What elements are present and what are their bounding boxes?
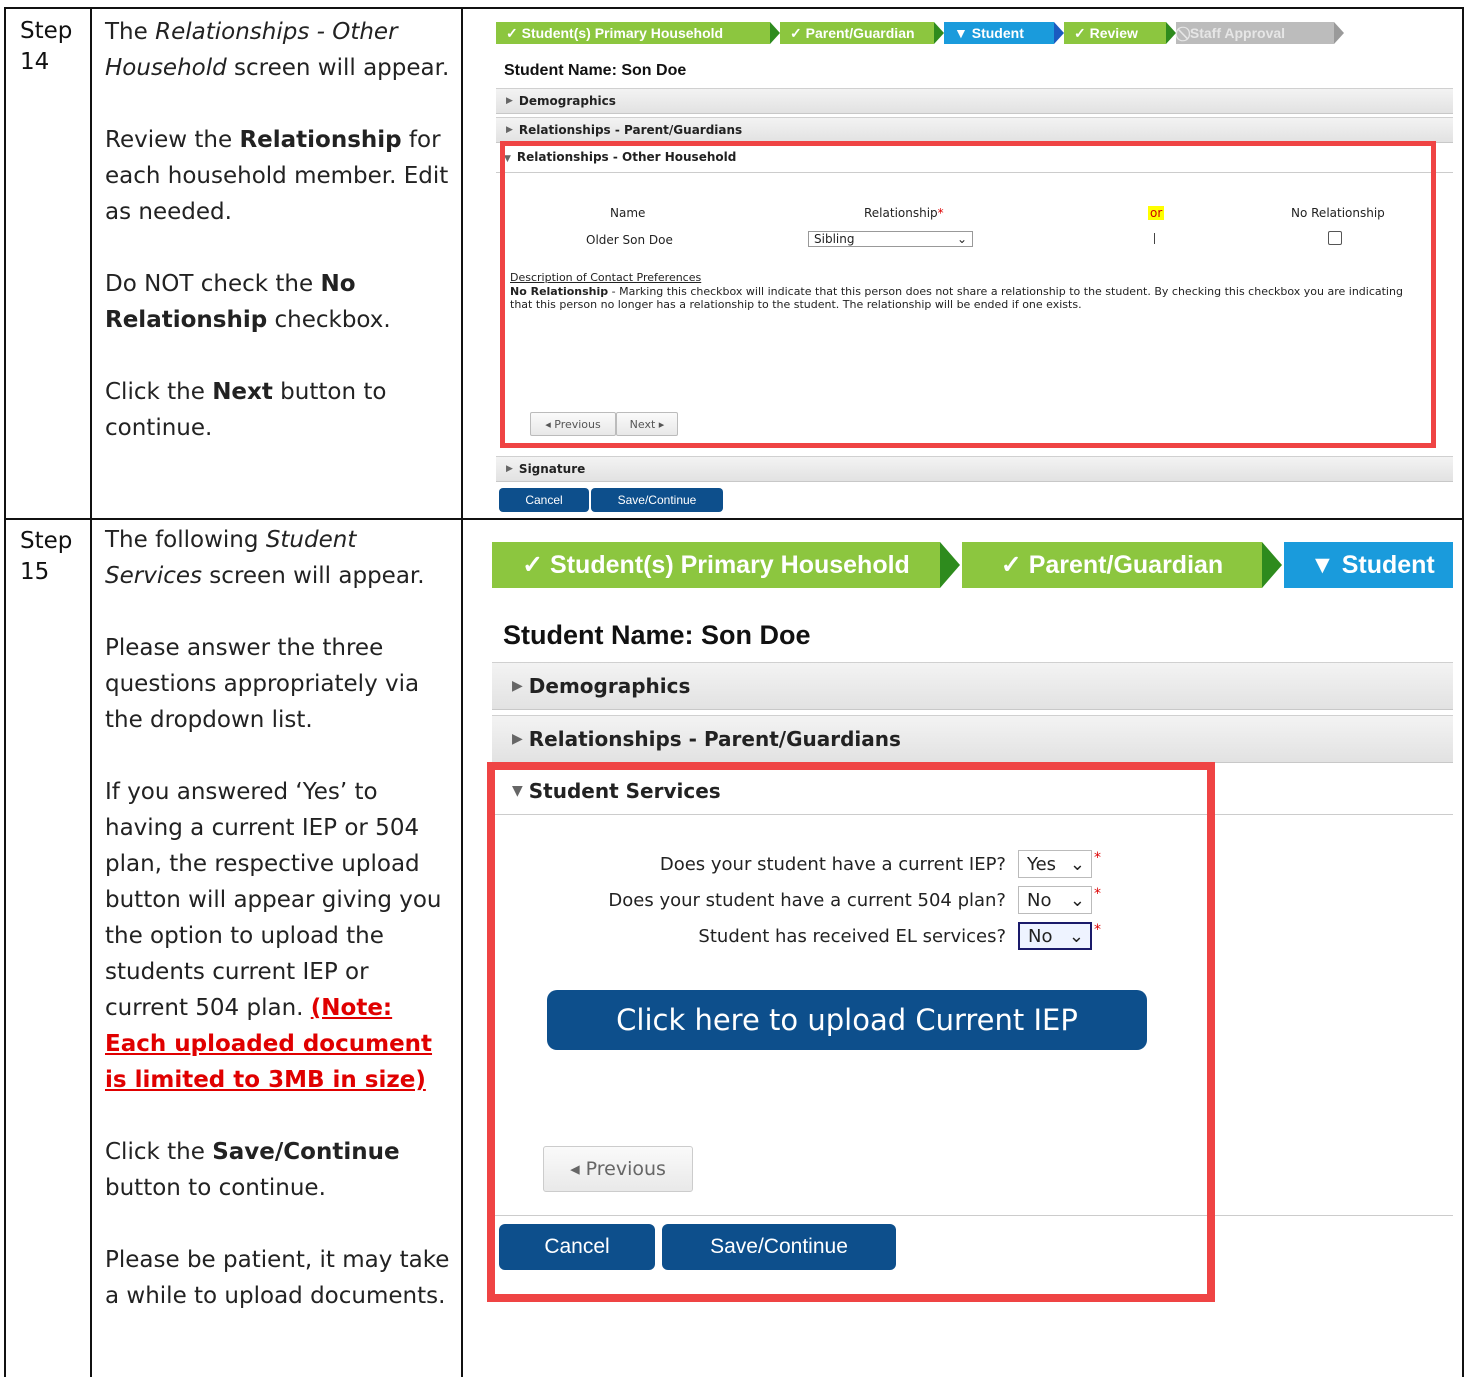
emphasis: Next bbox=[212, 379, 273, 405]
text: The following bbox=[105, 527, 266, 553]
section-label: Demographics bbox=[518, 94, 616, 108]
emphasis: Relationship bbox=[239, 127, 402, 153]
crumb-review[interactable]: ✓ Review bbox=[1064, 22, 1176, 44]
crumb-primary-household[interactable]: ✓ Student(s) Primary Household bbox=[496, 22, 780, 44]
col-divider-1 bbox=[90, 7, 92, 1377]
crumb-primary-household[interactable]: ✓ Student(s) Primary Household bbox=[492, 542, 960, 588]
crumb-parent-guardian[interactable]: ✓ Parent/Guardian bbox=[962, 542, 1282, 588]
table-left-border bbox=[4, 7, 6, 1377]
text: Click the bbox=[105, 379, 213, 405]
instruction-paragraph: Please be patient, it may take a while t… bbox=[105, 1247, 450, 1309]
instruction-paragraph: Do NOT check the No Relationship checkbo… bbox=[105, 266, 450, 338]
section-label: Relationships - Parent/Guardians bbox=[518, 123, 743, 137]
instruction-paragraph: Review the Relationship for each househo… bbox=[105, 122, 450, 230]
crumb-student[interactable]: ▼ Student bbox=[944, 22, 1064, 44]
instruction-paragraph: The following Student Services screen wi… bbox=[105, 522, 450, 594]
instruction-paragraph: If you answered ‘Yes’ to having a curren… bbox=[105, 774, 450, 1098]
caret-right-icon: ▶ bbox=[512, 678, 523, 694]
section-label: Relationships - Parent/Guardians bbox=[528, 727, 901, 751]
text: If you answered ‘Yes’ to having a curren… bbox=[105, 779, 442, 1021]
highlight-box bbox=[500, 141, 1436, 448]
instruction-paragraph: Please answer the three questions approp… bbox=[105, 635, 420, 733]
instruction-paragraph: The Relationships - Other Household scre… bbox=[105, 14, 450, 86]
crumb-student[interactable]: ▼ Student bbox=[1284, 542, 1453, 588]
save-continue-button[interactable]: Save/Continue bbox=[591, 488, 723, 512]
cancel-button[interactable]: Cancel bbox=[499, 488, 589, 512]
caret-right-icon: ▶ bbox=[506, 125, 513, 135]
instruction-table: Step 14 The Relationships - Other Househ… bbox=[0, 0, 1464, 1377]
text: screen will appear. bbox=[226, 55, 450, 81]
section-label: Signature bbox=[518, 462, 586, 476]
text: The bbox=[105, 19, 156, 45]
text: Do NOT check the bbox=[105, 271, 321, 297]
section-relationships-parents[interactable]: ▶ Relationships - Parent/Guardians bbox=[492, 715, 1453, 763]
emphasis: Save/Continue bbox=[212, 1139, 400, 1165]
text: checkbox. bbox=[267, 307, 391, 333]
text: Review the bbox=[105, 127, 240, 153]
student-name: Student Name: Son Doe bbox=[504, 62, 687, 79]
instruction-paragraph: Click the Next button to continue. bbox=[105, 374, 450, 446]
step-14-instructions: The Relationships - Other Household scre… bbox=[105, 14, 450, 482]
highlight-box bbox=[487, 762, 1215, 1302]
step-15-instructions: The following Student Services screen wi… bbox=[105, 522, 450, 1350]
table-top-border bbox=[4, 7, 1464, 9]
text: Click the bbox=[105, 1139, 213, 1165]
section-label: Demographics bbox=[528, 674, 691, 698]
crumb-staff-approval: ⃠ Staff Approval bbox=[1176, 22, 1344, 44]
col-divider-2 bbox=[461, 7, 463, 1377]
section-demographics[interactable]: ▶ Demographics bbox=[496, 88, 1453, 114]
text: screen will appear. bbox=[202, 563, 425, 589]
crumb-parent-guardian[interactable]: ✓ Parent/Guardian bbox=[780, 22, 944, 44]
row-divider bbox=[4, 518, 1464, 520]
section-relationships-parents[interactable]: ▶ Relationships - Parent/Guardians bbox=[496, 117, 1453, 143]
progress-breadcrumb: ✓ Student(s) Primary Household ✓ Parent/… bbox=[492, 542, 1453, 588]
section-signature[interactable]: ▶ Signature bbox=[496, 456, 1453, 482]
text: button to continue. bbox=[105, 1175, 326, 1201]
caret-right-icon: ▶ bbox=[506, 464, 513, 474]
step-14-label: Step 14 bbox=[20, 18, 73, 75]
progress-breadcrumb: ✓ Student(s) Primary Household ✓ Parent/… bbox=[496, 22, 1344, 44]
section-demographics[interactable]: ▶ Demographics bbox=[492, 662, 1453, 710]
student-name: Student Name: Son Doe bbox=[503, 620, 811, 650]
step-15-label: Step 15 bbox=[20, 528, 73, 585]
caret-right-icon: ▶ bbox=[506, 96, 513, 106]
caret-right-icon: ▶ bbox=[512, 731, 523, 747]
instruction-paragraph: Click the Save/Continue button to contin… bbox=[105, 1134, 450, 1206]
